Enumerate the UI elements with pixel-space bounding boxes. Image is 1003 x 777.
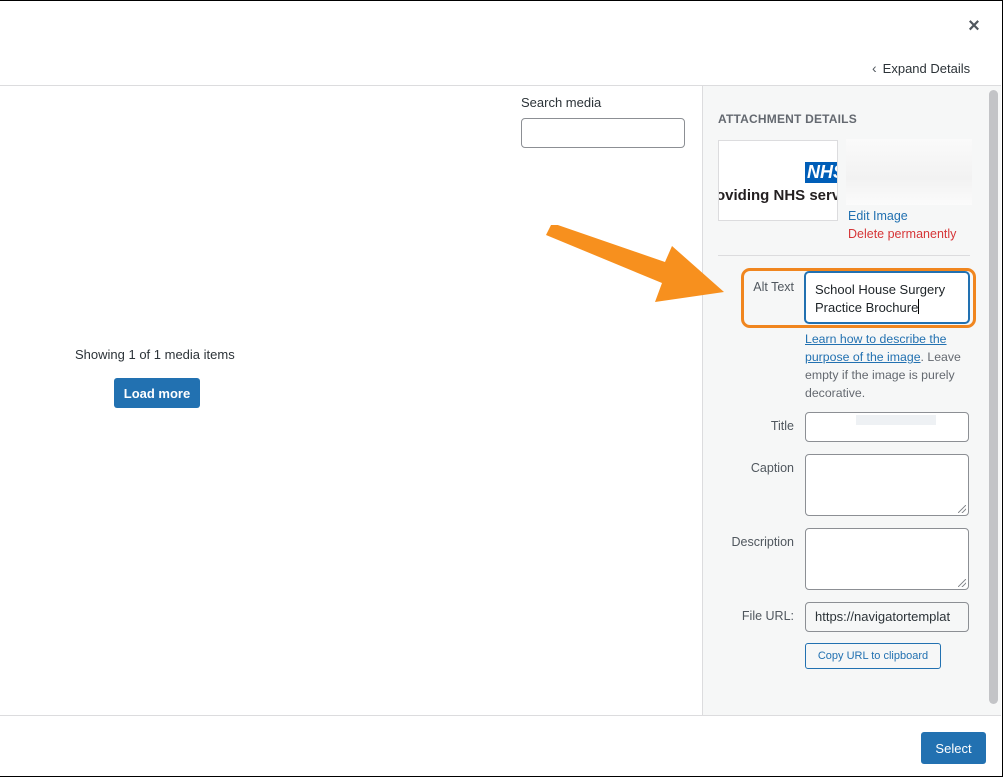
footer-divider bbox=[0, 715, 1001, 716]
description-label: Description bbox=[731, 535, 794, 549]
edit-image-link[interactable]: Edit Image bbox=[848, 209, 908, 223]
file-url-field[interactable]: https://navigatortemplat bbox=[805, 602, 969, 632]
expand-details-button[interactable]: ‹ Expand Details bbox=[872, 60, 970, 76]
nhs-logo: NHS bbox=[805, 162, 837, 183]
title-label: Title bbox=[770, 419, 794, 433]
alt-text-line-2: Practice Brochure bbox=[815, 300, 919, 315]
thumbnail-tagline: oviding NHS servic bbox=[718, 187, 837, 204]
annotation-arrow-icon bbox=[546, 225, 724, 302]
resize-handle-icon[interactable] bbox=[958, 579, 966, 587]
alt-text-help: Learn how to describe the purpose of the… bbox=[805, 330, 975, 402]
resize-handle-icon[interactable] bbox=[958, 505, 966, 513]
alt-text-line-1: School House Surgery bbox=[815, 282, 946, 297]
attachment-details-heading: ATTACHMENT DETAILS bbox=[718, 112, 857, 126]
delete-permanently-link[interactable]: Delete permanently bbox=[848, 227, 956, 241]
caption-label: Caption bbox=[750, 461, 794, 475]
title-value-blurred bbox=[856, 415, 936, 425]
alt-text-field[interactable]: School House Surgery Practice Brochure bbox=[805, 272, 969, 323]
chevron-left-icon: ‹ bbox=[872, 60, 877, 76]
copy-url-button[interactable]: Copy URL to clipboard bbox=[805, 643, 941, 669]
select-button[interactable]: Select bbox=[921, 732, 986, 764]
file-url-label: File URL: bbox=[741, 609, 794, 623]
media-count-text: Showing 1 of 1 media items bbox=[75, 347, 235, 362]
title-field[interactable] bbox=[805, 412, 969, 442]
expand-details-label: Expand Details bbox=[882, 61, 971, 76]
load-more-button[interactable]: Load more bbox=[114, 378, 200, 408]
search-label: Search media bbox=[521, 95, 602, 110]
text-caret bbox=[918, 299, 920, 314]
close-icon[interactable]: × bbox=[963, 15, 985, 37]
file-meta-blurred bbox=[846, 139, 972, 205]
description-field[interactable] bbox=[805, 528, 969, 590]
attachment-thumbnail: NHS oviding NHS servic bbox=[718, 140, 838, 221]
search-input[interactable] bbox=[521, 118, 685, 148]
caption-field[interactable] bbox=[805, 454, 969, 516]
details-divider bbox=[718, 255, 970, 256]
sidebar-scrollbar-thumb[interactable] bbox=[989, 90, 998, 704]
